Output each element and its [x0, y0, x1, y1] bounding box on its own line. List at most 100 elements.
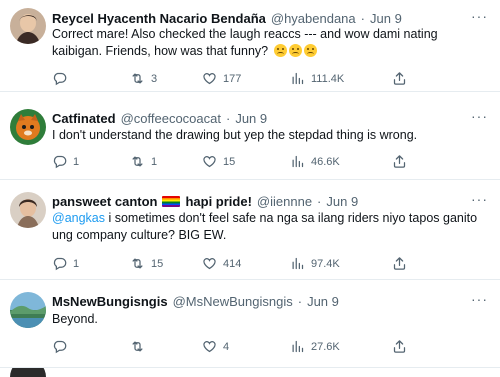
retweet-button[interactable]: 15 — [130, 256, 163, 271]
more-icon[interactable]: ··· — [471, 291, 488, 307]
timestamp[interactable]: Jun 9 — [370, 11, 402, 26]
retweet-icon — [130, 339, 145, 354]
like-button[interactable]: 414 — [202, 256, 241, 271]
view-count: 46.6K — [311, 155, 340, 168]
avatar[interactable] — [10, 292, 46, 328]
tweet-text: @angkas i sometimes don't feel safe na n… — [52, 210, 482, 244]
reply-count: 1 — [73, 257, 80, 270]
frowning-face-icon — [303, 44, 317, 57]
retweet-button[interactable]: 3 — [130, 71, 157, 86]
tweet-actions: 1 15 414 97.4K — [52, 256, 412, 272]
rainbow-flag-icon — [162, 195, 181, 207]
views-icon — [290, 71, 305, 86]
timestamp[interactable]: Jun 9 — [307, 294, 339, 309]
timestamp[interactable]: Jun 9 — [235, 111, 267, 126]
more-icon[interactable]: ··· — [471, 8, 488, 24]
reply-icon — [52, 339, 67, 354]
avatar[interactable] — [10, 192, 46, 228]
like-button[interactable]: 4 — [202, 339, 229, 354]
views-icon — [290, 256, 305, 271]
tweet[interactable]: MsNewBungisngis @MsNewBungisngis · Jun 9… — [0, 280, 500, 368]
share-button[interactable] — [392, 256, 407, 271]
tweet-text: Correct mare! Also checked the laugh rea… — [52, 26, 482, 60]
tweet-text-content: i sometimes don't feel safe na nga sa il… — [52, 211, 478, 242]
reply-feed: Reycel Hyacenth Nacario Bendaña @hyabend… — [0, 0, 500, 377]
retweet-button[interactable]: 1 — [130, 154, 157, 169]
display-name[interactable]: pansweet canton — [52, 194, 157, 209]
views-icon — [290, 154, 305, 169]
share-icon — [392, 154, 407, 169]
like-count: 177 — [223, 72, 242, 85]
retweet-count: 1 — [151, 155, 158, 168]
reply-button[interactable]: 1 — [52, 154, 79, 169]
retweet-icon — [130, 256, 145, 271]
share-button[interactable] — [392, 154, 407, 169]
user-handle[interactable]: @iiennne — [257, 194, 312, 209]
avatar[interactable] — [10, 8, 46, 44]
share-icon — [392, 339, 407, 354]
views-icon — [290, 339, 305, 354]
display-name[interactable]: MsNewBungisngis — [52, 294, 168, 309]
separator-dot: · — [225, 110, 231, 126]
views-button[interactable]: 97.4K — [290, 256, 340, 271]
reply-button[interactable] — [52, 339, 73, 354]
tweet-text: I don't understand the drawing but yep t… — [52, 127, 482, 144]
share-button[interactable] — [392, 71, 407, 86]
avatar[interactable] — [10, 109, 46, 145]
tweet[interactable]: Catfinated @coffeecocoacat · Jun 9 ··· I… — [0, 92, 500, 180]
frowning-face-icon — [288, 44, 302, 57]
like-count: 4 — [223, 340, 230, 353]
view-count: 111.4K — [311, 72, 345, 85]
tweet-text: Beyond. — [52, 311, 482, 328]
display-name-suffix[interactable]: hapi pride! — [185, 194, 251, 209]
user-handle[interactable]: @hyabendana — [271, 11, 356, 26]
view-count: 27.6K — [311, 340, 340, 353]
tweet-text-content: I don't understand the drawing but yep t… — [52, 128, 418, 142]
reply-icon — [52, 71, 67, 86]
tweet-actions: 4 27.6K — [52, 339, 412, 355]
views-button[interactable]: 27.6K — [290, 339, 340, 354]
user-handle[interactable]: @MsNewBungisngis — [173, 294, 293, 309]
views-button[interactable]: 46.6K — [290, 154, 340, 169]
like-count: 15 — [223, 155, 236, 168]
next-tweet-edge — [0, 368, 500, 377]
mention-link[interactable]: @angkas — [52, 211, 105, 225]
separator-dot: · — [360, 10, 365, 26]
share-icon — [392, 71, 407, 86]
separator-dot: · — [297, 293, 303, 309]
separator-dot: · — [317, 193, 322, 209]
tweet-text-content: Correct mare! Also checked the laugh rea… — [52, 27, 438, 58]
like-count: 414 — [223, 257, 242, 270]
tweet-actions: 3 177 111.4K — [52, 71, 412, 87]
share-button[interactable] — [392, 339, 407, 354]
more-icon[interactable]: ··· — [471, 108, 488, 124]
reply-button[interactable] — [52, 71, 73, 86]
retweet-button[interactable] — [130, 339, 151, 354]
share-icon — [392, 256, 407, 271]
heart-icon — [202, 256, 217, 271]
tweet[interactable]: pansweet canton hapi pride! @iiennne · J… — [0, 180, 500, 280]
tweet[interactable]: Reycel Hyacenth Nacario Bendaña @hyabend… — [0, 0, 500, 92]
tweet-actions: 1 1 15 46.6K — [52, 154, 412, 170]
reply-icon — [52, 154, 67, 169]
retweet-icon — [130, 154, 145, 169]
reply-count: 1 — [73, 155, 80, 168]
display-name[interactable]: Reycel Hyacenth Nacario Bendaña — [52, 11, 266, 26]
view-count: 97.4K — [311, 257, 340, 270]
more-icon[interactable]: ··· — [471, 191, 488, 207]
user-handle[interactable]: @coffeecocoacat — [121, 111, 221, 126]
display-name[interactable]: Catfinated — [52, 111, 116, 126]
reply-icon — [52, 256, 67, 271]
timestamp[interactable]: Jun 9 — [326, 194, 358, 209]
heart-icon — [202, 71, 217, 86]
views-button[interactable]: 111.4K — [290, 71, 344, 86]
heart-icon — [202, 339, 217, 354]
like-button[interactable]: 177 — [202, 71, 241, 86]
retweet-count: 15 — [151, 257, 164, 270]
retweet-icon — [130, 71, 145, 86]
like-button[interactable]: 15 — [202, 154, 235, 169]
retweet-count: 3 — [151, 72, 158, 85]
reply-button[interactable]: 1 — [52, 256, 79, 271]
tweet-text-content: Beyond. — [52, 312, 98, 326]
frowning-face-icon — [273, 44, 287, 57]
